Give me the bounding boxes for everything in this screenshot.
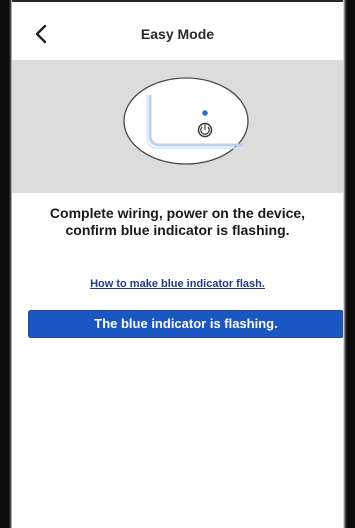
screen-top-edge [0, 0, 355, 2]
page-title: Easy Mode [140, 26, 215, 42]
blue-indicator-light [202, 110, 208, 116]
instruction-line-2: confirm blue indicator is flashing. [65, 222, 290, 238]
screen-right-bezel [343, 0, 355, 528]
screen-left-bezel [0, 0, 12, 528]
confirm-flashing-button[interactable]: The blue indicator is flashing. [28, 310, 344, 338]
top-bar: Easy Mode [12, 2, 343, 60]
instruction-line-1: Complete wiring, power on the device, [49, 205, 306, 221]
power-icon [197, 122, 213, 138]
app-screen: Easy Mode Complete wiring, power on the … [0, 0, 355, 528]
device-illustration-panel [12, 60, 343, 193]
wall-switch-illustration [123, 77, 249, 165]
instruction-text: Complete wiring, power on the device, co… [12, 205, 343, 239]
help-link[interactable]: How to make blue indicator flash. [12, 278, 343, 290]
